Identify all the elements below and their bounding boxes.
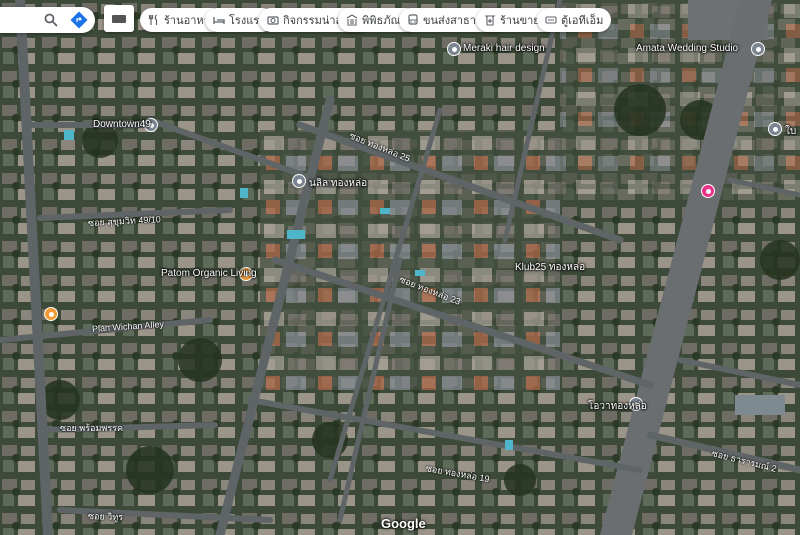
place-pin[interactable] (701, 184, 715, 198)
satellite-map[interactable] (0, 0, 800, 535)
place-pin[interactable] (44, 307, 58, 321)
directions-icon[interactable] (70, 11, 88, 29)
fork-knife-icon (148, 14, 158, 25)
place-label[interactable]: Amata Wedding Studio (636, 43, 738, 54)
place-pin[interactable] (292, 174, 306, 188)
search-icon[interactable] (44, 13, 58, 27)
place-label[interactable]: โอวาทองหล่อ (588, 399, 647, 414)
place-label[interactable]: Meraki hair design (463, 43, 545, 54)
bed-icon (213, 17, 225, 24)
google-attribution: Google (381, 516, 426, 531)
place-pin[interactable] (768, 122, 782, 136)
place-pin[interactable] (447, 42, 461, 56)
place-label[interactable]: Patom Organic Living (161, 268, 257, 279)
search-box[interactable] (0, 7, 95, 33)
pharmacy-icon (484, 15, 496, 26)
place-label[interactable]: นลิล ทองหล่อ (309, 176, 367, 191)
road-label: ซอย วิทูร (87, 511, 124, 523)
atm-icon (545, 16, 557, 24)
museum-icon (346, 14, 358, 26)
place-label[interactable]: Klub25 ทองหล่อ (515, 260, 585, 275)
top-bar: ร้านอาหาร โรงแรม กิจกรรมน่าสนใจ พิพิธภัณ… (0, 0, 800, 40)
bus-icon (408, 14, 418, 25)
camera-icon (267, 16, 279, 25)
place-label[interactable]: ใบ (785, 124, 796, 139)
place-pin[interactable] (751, 42, 765, 56)
chip-atms[interactable]: ตู้เอทีเอ็ม (537, 8, 612, 32)
chip-label: ตู้เอทีเอ็ม (561, 15, 604, 27)
road-label: ซอย พร้อมพรรค (60, 423, 124, 433)
layers-icon (112, 15, 126, 23)
place-label[interactable]: Downtown49 (93, 119, 151, 130)
layers-button[interactable] (104, 5, 134, 32)
